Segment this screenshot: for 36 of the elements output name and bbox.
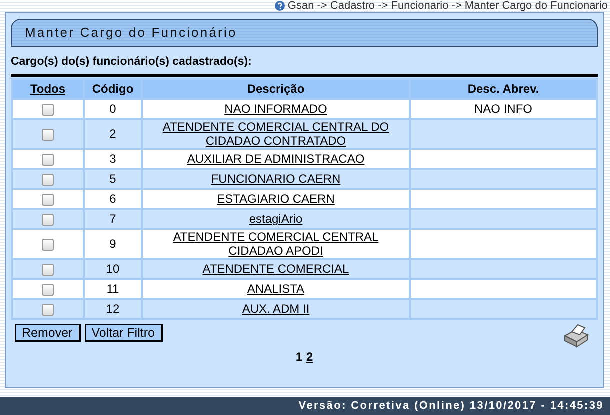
checkbox[interactable] — [42, 174, 54, 186]
table-cell: 7 — [85, 210, 141, 228]
version-status: Versão: Corretiva (Online) 13/10/2017 - 14:45:39 — [298, 398, 604, 414]
description-link[interactable]: estagiArio — [249, 212, 303, 226]
table-cell: 2 — [85, 120, 141, 148]
table-cell: NAO INFO — [411, 100, 596, 118]
printer-icon[interactable] — [562, 324, 590, 348]
current-page: 1 — [296, 349, 302, 366]
checkbox[interactable] — [42, 239, 54, 252]
help-icon[interactable] — [274, 1, 285, 11]
table-cell: 9 — [85, 230, 141, 258]
checkbox[interactable] — [42, 264, 54, 276]
checkbox[interactable] — [42, 104, 54, 116]
checkbox[interactable] — [42, 194, 54, 206]
column-header: Código — [85, 80, 141, 98]
table-cell: 0 — [85, 100, 141, 118]
checkbox[interactable] — [42, 214, 54, 226]
table-cell: 12 — [85, 300, 141, 318]
table-cell: 11 — [85, 280, 141, 298]
page-title: Manter Cargo do Funcionário — [25, 24, 238, 42]
checkbox[interactable] — [42, 304, 54, 316]
action-button[interactable]: Remover — [15, 324, 81, 342]
column-header: Descrição — [143, 80, 409, 98]
breadcrumb: Gsan -> Cadastro -> Funcionario -> Manter Cargo do Funcionario — [288, 0, 608, 14]
table-cell: 3 — [85, 150, 141, 168]
table-cell: 6 — [85, 190, 141, 208]
checkbox[interactable] — [42, 129, 54, 142]
checkbox[interactable] — [42, 154, 54, 166]
column-header: Desc. Abrev. — [411, 80, 596, 98]
table-cell: 5 — [85, 170, 141, 188]
action-button[interactable]: Voltar Filtro — [84, 324, 163, 342]
checkbox[interactable] — [42, 284, 54, 296]
description-link[interactable]: ANALISTA — [247, 282, 305, 296]
section-label: Cargo(s) do(s) funcionário(s) cadastrado(s): — [11, 55, 253, 70]
page-link[interactable]: 2 — [306, 348, 314, 366]
table-cell: 10 — [85, 260, 141, 278]
